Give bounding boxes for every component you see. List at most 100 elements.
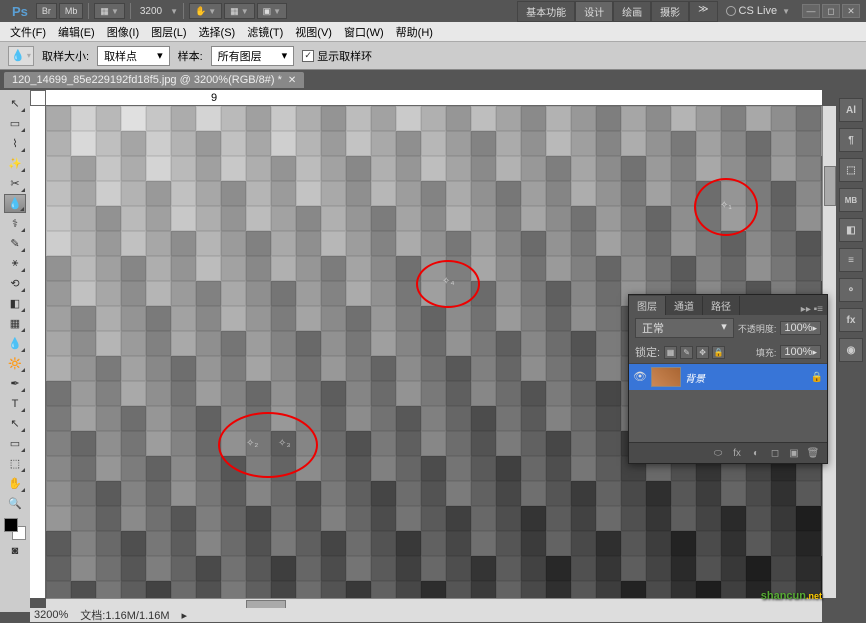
brush-panel-icon[interactable]: ⚬ — [839, 278, 863, 302]
minibridge-button[interactable]: Mb — [59, 3, 84, 19]
channels-tab[interactable]: 通道 — [666, 296, 703, 315]
path-select-tool[interactable]: ↖ — [4, 414, 26, 433]
quick-mask-toggle[interactable]: ◙ — [4, 541, 26, 560]
marquee-tool[interactable]: ▭ — [4, 114, 26, 133]
stamp-tool[interactable]: ⚹ — [4, 254, 26, 273]
healing-brush-tool[interactable]: ⚕ — [4, 214, 26, 233]
app-title-bar: Ps Br Mb ▦▼ 3200▼ ✋▼ ▦▼ ▣▼ 基本功能 设计 绘画 摄影… — [0, 0, 866, 22]
lasso-tool[interactable]: ⌇ — [4, 134, 26, 153]
lock-icon: 🔒 — [811, 372, 823, 383]
hand-tool-button[interactable]: ✋▼ — [189, 3, 222, 19]
move-tool[interactable]: ↖ — [4, 94, 26, 113]
view-extras-button[interactable]: ▦▼ — [94, 3, 124, 19]
opacity-label: 不透明度: — [738, 322, 777, 335]
close-button[interactable]: ✕ — [842, 4, 860, 18]
swatches-panel-icon[interactable]: ⬚ — [839, 158, 863, 182]
document-tab[interactable]: 120_14699_85e229192fd18f5.jpg @ 3200%(RG… — [4, 72, 304, 88]
lock-position-icon[interactable]: ✥ — [696, 346, 709, 359]
zoom-tool[interactable]: 🔍 — [4, 494, 26, 513]
navigator-panel-icon[interactable]: ◉ — [839, 338, 863, 362]
document-tab-bar: 120_14699_85e229192fd18f5.jpg @ 3200%(RG… — [0, 70, 866, 90]
new-group-icon[interactable]: ◻ — [767, 446, 783, 460]
hand-tool[interactable]: ✋ — [4, 474, 26, 493]
lock-pixels-icon[interactable]: ✎ — [680, 346, 693, 359]
brush-tool[interactable]: ✎ — [4, 234, 26, 253]
gradient-tool[interactable]: ▦ — [4, 314, 26, 333]
sample-size-dropdown[interactable]: 取样点▾ — [97, 46, 170, 66]
opacity-value[interactable]: 100%▸ — [780, 321, 821, 335]
arrange-button[interactable]: ▦▼ — [224, 3, 254, 19]
delete-layer-icon[interactable]: 🗑 — [805, 446, 821, 460]
shape-tool[interactable]: ▭ — [4, 434, 26, 453]
3d-tool[interactable]: ⬚ — [4, 454, 26, 473]
mask-panel-icon[interactable]: ◧ — [839, 218, 863, 242]
tool-preset-picker[interactable]: 💧▾ — [8, 46, 34, 66]
styles-panel-icon[interactable]: fx — [839, 308, 863, 332]
status-doc-size[interactable]: 文档:1.16M/1.16M — [80, 607, 169, 623]
workspace-painting[interactable]: 绘画 — [613, 1, 651, 22]
fill-value[interactable]: 100%▸ — [780, 345, 821, 359]
menu-layer[interactable]: 图层(L) — [145, 22, 192, 42]
status-zoom[interactable]: 3200% — [34, 609, 68, 621]
layer-row[interactable]: 👁 背景 🔒 — [629, 364, 827, 390]
layers-tab[interactable]: 图层 — [629, 296, 666, 315]
show-sampling-ring-checkbox[interactable]: ✓显示取样环 — [302, 48, 372, 64]
sample-marker-4: ✧₄ — [442, 276, 454, 287]
foreground-background-color[interactable] — [4, 518, 26, 540]
crop-tool[interactable]: ✂ — [4, 174, 26, 193]
menu-window[interactable]: 窗口(W) — [338, 22, 390, 42]
menu-edit[interactable]: 编辑(E) — [52, 22, 101, 42]
cs-live-button[interactable]: CS Live▼ — [720, 5, 796, 17]
lock-label: 锁定: — [635, 344, 660, 360]
layer-name[interactable]: 背景 — [685, 370, 807, 385]
panel-menu-icon[interactable]: ▸▸ ▪≡ — [797, 304, 827, 315]
layer-thumbnail[interactable] — [651, 367, 681, 387]
menu-image[interactable]: 图像(I) — [101, 22, 145, 42]
blend-mode-dropdown[interactable]: 正常▾ — [635, 318, 734, 338]
workspace-essentials[interactable]: 基本功能 — [517, 1, 575, 22]
adjustments-panel-icon[interactable]: ≡ — [839, 248, 863, 272]
bridge-button[interactable]: Br — [36, 3, 57, 19]
maximize-button[interactable]: ◻ — [822, 4, 840, 18]
workspace-more[interactable]: ≫ — [689, 1, 717, 22]
eyedropper-tool[interactable]: 💧 — [4, 194, 26, 213]
magic-wand-tool[interactable]: ✨ — [4, 154, 26, 173]
link-layers-icon[interactable]: ⬭ — [710, 446, 726, 460]
sample-dropdown[interactable]: 所有图层▾ — [211, 46, 295, 66]
workspace-photography[interactable]: 摄影 — [651, 1, 689, 22]
layer-mask-icon[interactable]: ◐ — [748, 446, 764, 460]
lock-all-icon[interactable]: 🔒 — [712, 346, 725, 359]
screen-mode-button[interactable]: ▣▼ — [257, 3, 287, 19]
vertical-ruler[interactable] — [30, 106, 46, 598]
eraser-tool[interactable]: ◧ — [4, 294, 26, 313]
close-tab-icon[interactable]: ✕ — [288, 75, 296, 86]
minibridge-panel-icon[interactable]: MB — [839, 188, 863, 212]
visibility-icon[interactable]: 👁 — [633, 370, 647, 384]
blur-tool[interactable]: 💧 — [4, 334, 26, 353]
menu-file[interactable]: 文件(F) — [4, 22, 52, 42]
pen-tool[interactable]: ✒ — [4, 374, 26, 393]
minimize-button[interactable]: — — [802, 4, 820, 18]
sample-marker-1: ✧₁ — [720, 200, 732, 211]
menu-bar: 文件(F) 编辑(E) 图像(I) 图层(L) 选择(S) 滤镜(T) 视图(V… — [0, 22, 866, 42]
ruler-origin[interactable] — [30, 90, 46, 106]
menu-select[interactable]: 选择(S) — [193, 22, 242, 42]
layer-fx-icon[interactable]: fx — [729, 446, 745, 460]
character-panel-icon[interactable]: Al — [839, 98, 863, 122]
horizontal-ruler[interactable]: 9 — [46, 90, 822, 106]
menu-filter[interactable]: 滤镜(T) — [241, 22, 289, 42]
type-tool[interactable]: T — [4, 394, 26, 413]
lock-transparency-icon[interactable]: ▦ — [664, 346, 677, 359]
paragraph-panel-icon[interactable]: ¶ — [839, 128, 863, 152]
paths-tab[interactable]: 路径 — [703, 296, 740, 315]
sample-label: 样本: — [178, 48, 203, 64]
status-bar: 3200% 文档:1.16M/1.16M▸ — [30, 608, 822, 622]
history-brush-tool[interactable]: ⟲ — [4, 274, 26, 293]
workspace-design[interactable]: 设计 — [575, 1, 613, 22]
zoom-level[interactable]: 3200 — [136, 6, 166, 17]
dodge-tool[interactable]: 🔆 — [4, 354, 26, 373]
menu-help[interactable]: 帮助(H) — [390, 22, 439, 42]
menu-view[interactable]: 视图(V) — [289, 22, 338, 42]
new-layer-icon[interactable]: ▣ — [786, 446, 802, 460]
tools-panel: ↖ ▭ ⌇ ✨ ✂ 💧 ⚕ ✎ ⚹ ⟲ ◧ ▦ 💧 🔆 ✒ T ↖ ▭ ⬚ ✋ … — [0, 90, 30, 612]
